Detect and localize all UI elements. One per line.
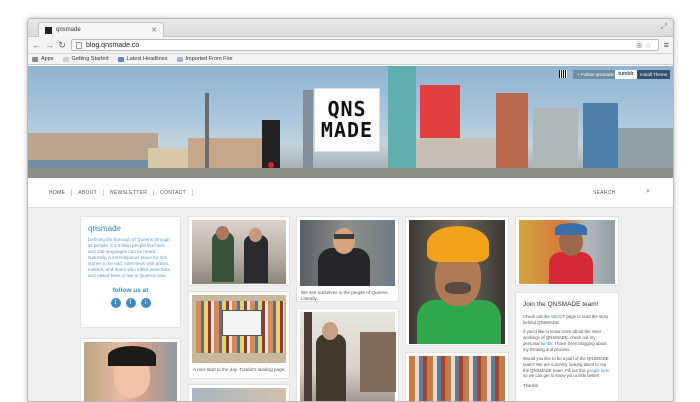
- bookmark-label: Getting Started: [71, 56, 109, 62]
- post-tile[interactable]: [188, 216, 290, 286]
- page-icon: [76, 41, 82, 49]
- bookmark-latest-headlines[interactable]: Latest Headlines: [117, 56, 168, 62]
- bookmark-apps[interactable]: Apps: [32, 56, 54, 62]
- apps-icon: [32, 56, 38, 62]
- search-input[interactable]: SEARCH: [593, 190, 616, 196]
- facebook-icon[interactable]: f: [125, 298, 136, 308]
- address-bar[interactable]: blog.qnsmade.co ⊕☆: [71, 39, 659, 51]
- reload-icon[interactable]: ↻: [58, 40, 66, 51]
- post-photo: [192, 220, 286, 284]
- follow-button[interactable]: + Follow qnsmade: [573, 70, 618, 79]
- search-icon[interactable]: ⌕: [646, 188, 650, 196]
- tab-title: qnsmade: [56, 27, 81, 33]
- about-link[interactable]: ABOUT: [550, 314, 565, 319]
- browser-window: qnsmade ✕ ⤢ ← → ↻ blog.qnsmade.co ⊕☆ ≡ A…: [27, 18, 674, 402]
- install-theme-button[interactable]: Install Theme: [637, 70, 670, 79]
- post-photo: [409, 220, 505, 344]
- post-tile[interactable]: [188, 384, 290, 401]
- bookmark-label: Apps: [41, 56, 54, 62]
- post-photo: [519, 220, 615, 284]
- close-icon[interactable]: ✕: [151, 26, 157, 34]
- blog-title[interactable]: qnsmade: [88, 224, 173, 233]
- menu-icon[interactable]: ≡: [664, 40, 669, 50]
- join-paragraph: If you'd like to know more about the inn…: [523, 329, 607, 352]
- nav-home[interactable]: HOME: [43, 189, 73, 196]
- join-paragraph: Would you like to be a part of the QNSMA…: [523, 356, 610, 379]
- post-tile[interactable]: [405, 352, 509, 401]
- post-tile[interactable]: [80, 338, 181, 401]
- rss-icon: [117, 56, 124, 62]
- nav-newsletter[interactable]: NEWSLETTER: [104, 189, 155, 196]
- folder-icon: [176, 56, 183, 62]
- bookmark-label: Latest Headlines: [126, 56, 168, 62]
- join-thanks: Thanks!: [523, 383, 539, 389]
- logo-text: QNS: [327, 97, 367, 121]
- follow-us-label: follow us at: [112, 287, 149, 294]
- post-photo: [192, 295, 286, 363]
- post-photo: [300, 312, 396, 401]
- twitter-icon[interactable]: t: [110, 298, 121, 308]
- post-photo: [409, 356, 505, 401]
- tumblr-link[interactable]: tumblr: [541, 341, 553, 346]
- bookmark-label: Imported From Fire: [185, 56, 233, 62]
- bookmark-imported[interactable]: Imported From Fire: [176, 56, 233, 62]
- back-icon[interactable]: ←: [32, 40, 41, 50]
- bookmark-getting-started[interactable]: Getting Started: [62, 56, 109, 62]
- google-form-link[interactable]: google form: [587, 368, 610, 373]
- nav-about[interactable]: ABOUT: [72, 189, 104, 196]
- browser-toolbar: ← → ↻ blog.qnsmade.co ⊕☆ ≡: [28, 37, 673, 54]
- post-photo: [300, 220, 395, 286]
- favicon-icon: [45, 26, 52, 34]
- header-banner: QNS MADE + Follow qnsmade tumblr. Instal…: [28, 66, 673, 178]
- nav-contact[interactable]: CONTACT: [154, 189, 194, 196]
- join-title: Join the QNSMADE team!: [523, 301, 599, 308]
- browser-tab[interactable]: qnsmade ✕: [38, 22, 164, 37]
- tab-strip: qnsmade ✕ ⤢: [28, 19, 673, 37]
- url-text: blog.qnsmade.co: [86, 41, 140, 49]
- bookmark-star-icon[interactable]: ⊕☆: [636, 41, 654, 50]
- post-photo: [192, 388, 286, 401]
- site-nav: HOME ABOUT NEWSLETTER CONTACT SEARCH ⌕: [28, 178, 673, 208]
- page-icon: [62, 56, 69, 62]
- join-paragraph: Check out the ABOUT page to read the sto…: [523, 314, 609, 325]
- logo-text: MADE: [320, 118, 374, 142]
- instagram-icon[interactable]: i: [140, 298, 151, 308]
- post-tile[interactable]: [405, 216, 509, 346]
- join-card: Join the QNSMADE team! Check out the ABO…: [515, 292, 619, 401]
- site-logo[interactable]: QNS MADE: [314, 88, 380, 152]
- sidebar-info: qnsmade Defining the borough of Queens t…: [80, 216, 181, 328]
- post-tile[interactable]: [515, 216, 619, 286]
- qr-code-icon[interactable]: [559, 70, 567, 78]
- bookmarks-bar: Apps Getting Started Latest Headlines Im…: [28, 54, 673, 65]
- post-tile[interactable]: We see ourselves in the people of Queens…: [296, 216, 399, 302]
- web-page: QNS MADE + Follow qnsmade tumblr. Instal…: [28, 66, 673, 401]
- forward-icon[interactable]: →: [45, 40, 54, 50]
- fullscreen-icon[interactable]: ⤢: [661, 22, 667, 32]
- post-caption: A nice start to the day. Tumblr's landin…: [193, 367, 286, 372]
- post-tile[interactable]: A nice start to the day. Tumblr's landin…: [188, 291, 290, 379]
- tumblr-button[interactable]: tumblr.: [615, 70, 638, 79]
- post-tile[interactable]: [296, 308, 399, 401]
- social-links: t f i: [88, 298, 173, 308]
- blog-description: Defining the borough of Queens through i…: [88, 237, 171, 278]
- post-caption: We see ourselves in the people of Queens…: [301, 290, 389, 301]
- post-photo: [84, 342, 177, 401]
